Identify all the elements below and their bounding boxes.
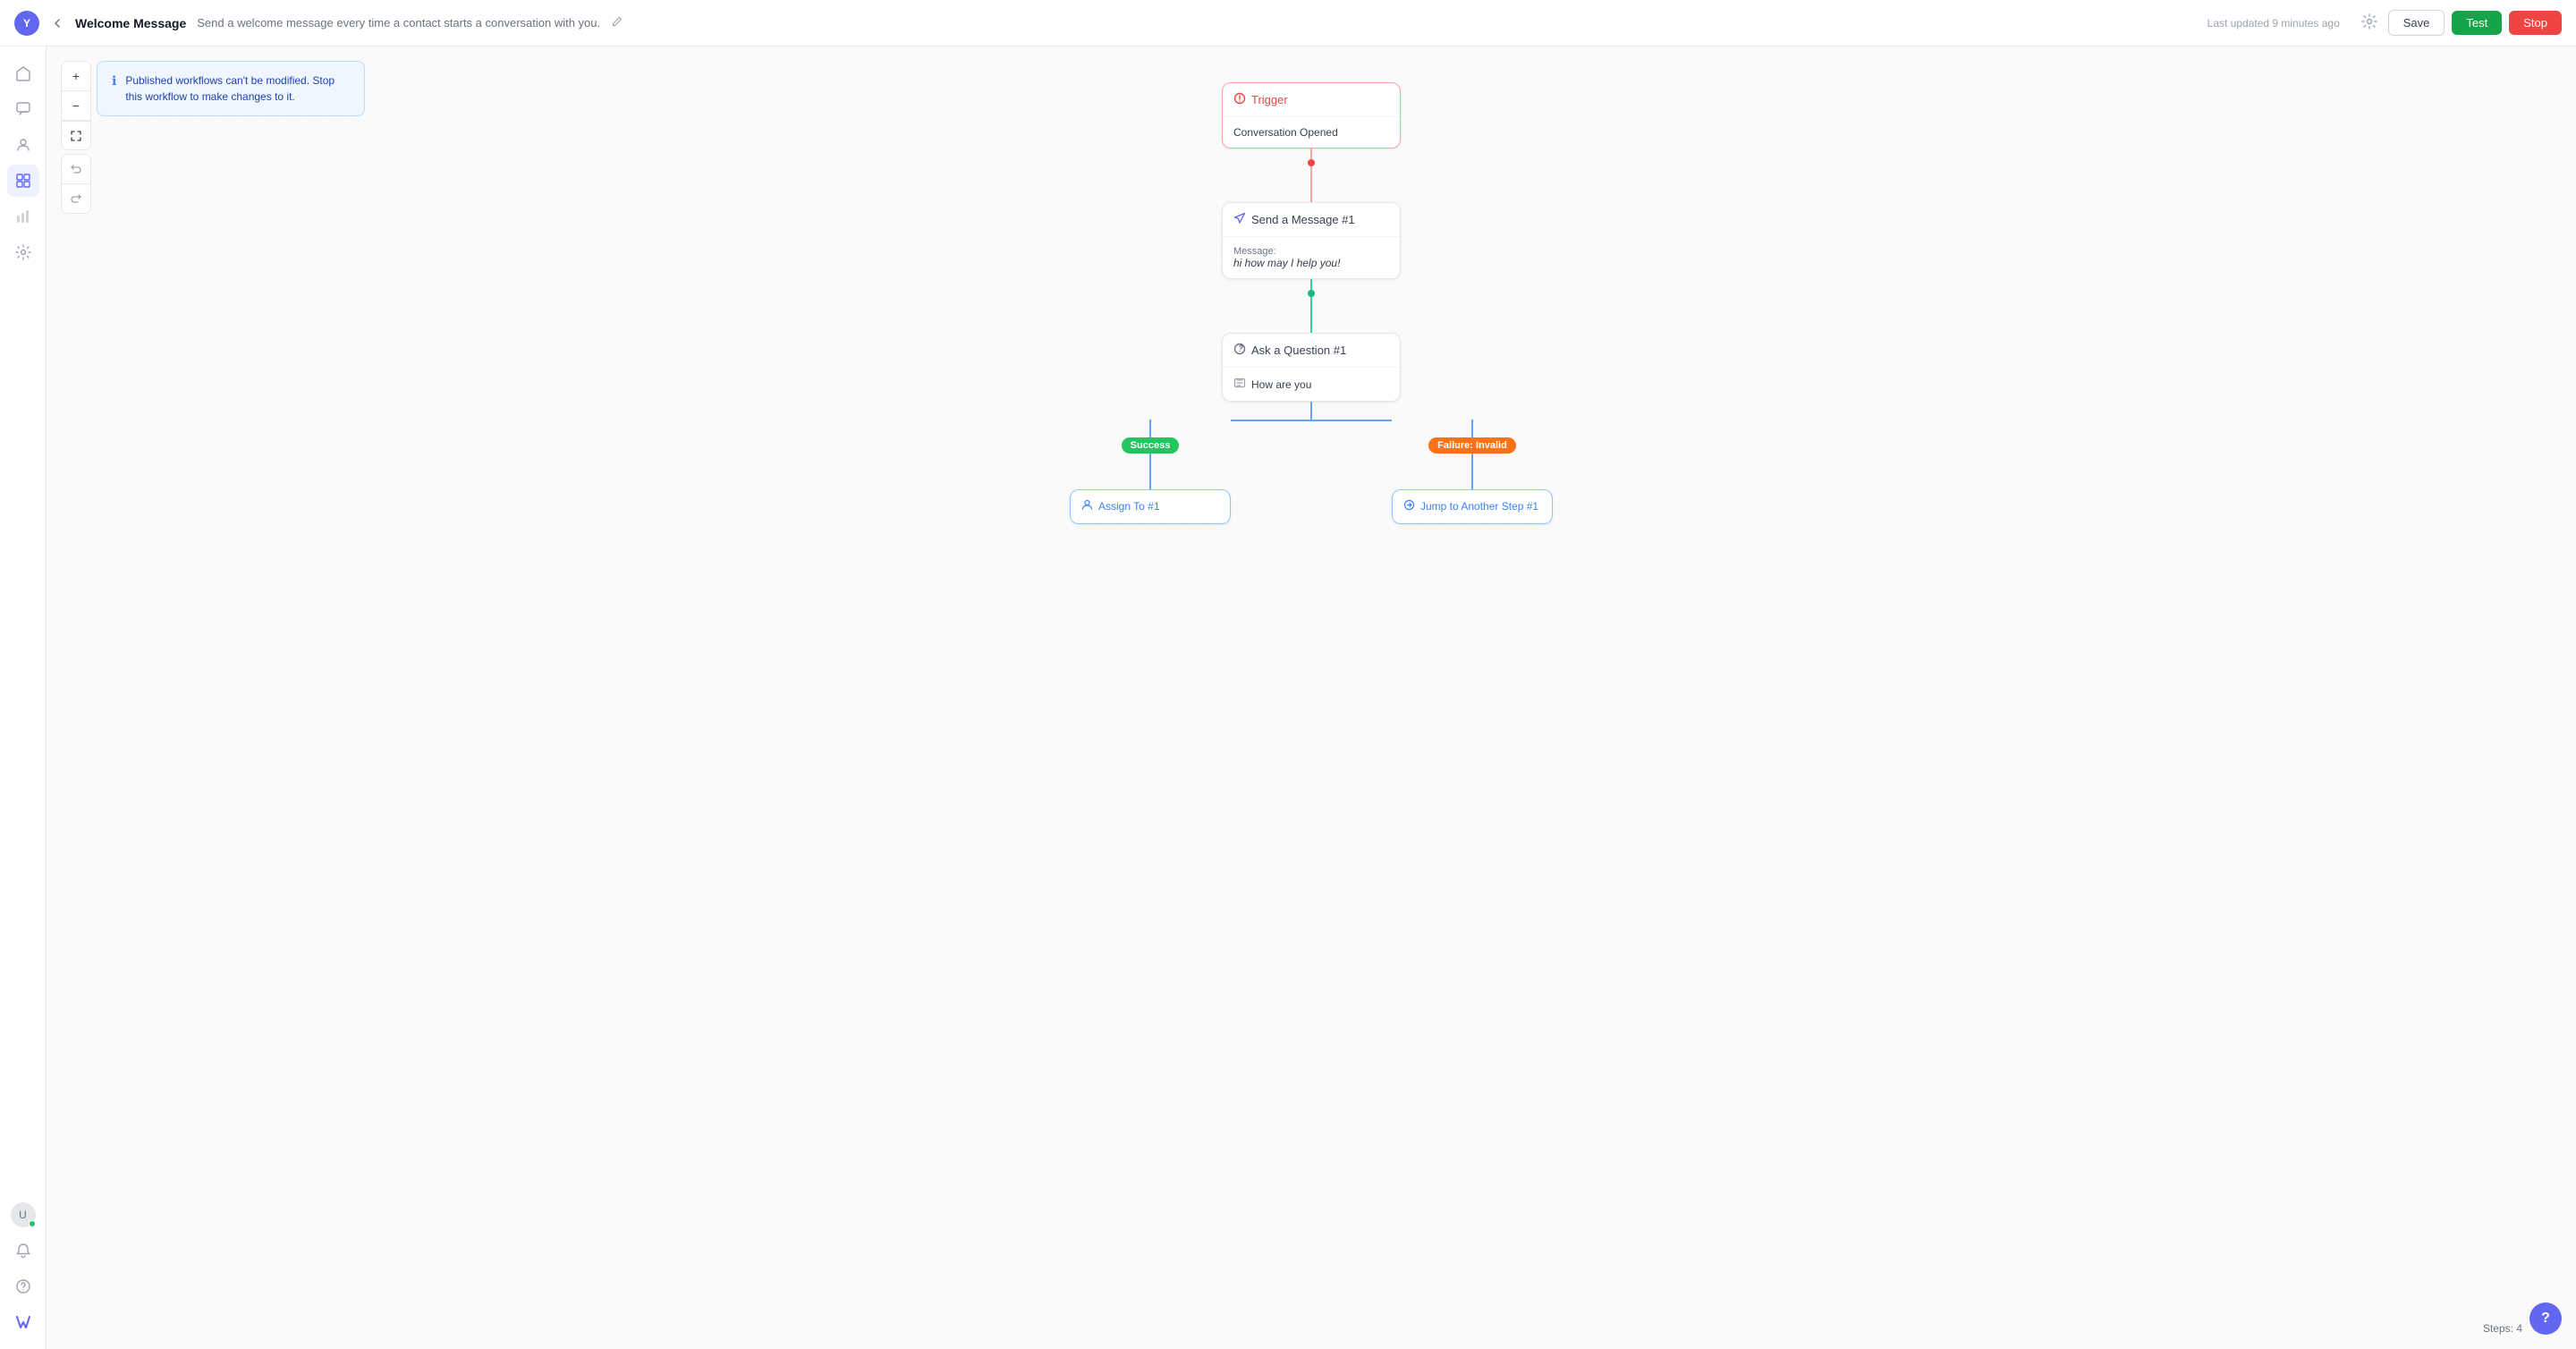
info-icon: ℹ	[112, 73, 116, 89]
sidebar-item-home[interactable]	[7, 57, 39, 89]
jump-icon	[1403, 499, 1415, 513]
branch-connector-top	[1310, 402, 1312, 420]
zoom-fit-button[interactable]	[62, 121, 90, 149]
trigger-body-text: Conversation Opened	[1233, 126, 1338, 139]
branch-row: Success Assign To #1	[1070, 420, 1553, 524]
right-line-2	[1471, 454, 1473, 489]
ask-question-label: Ask a Question #1	[1251, 344, 1346, 357]
ask-question-icon	[1233, 343, 1246, 358]
line-green-top	[1310, 279, 1312, 290]
ask-question-body: How are you	[1223, 368, 1400, 401]
stop-button[interactable]: Stop	[2509, 11, 2562, 35]
dot-green	[1308, 290, 1315, 297]
test-button[interactable]: Test	[2452, 11, 2502, 35]
sidebar-item-reports[interactable]	[7, 200, 39, 233]
jump-node[interactable]: Jump to Another Step #1	[1392, 489, 1553, 524]
zoom-in-button[interactable]: +	[62, 62, 90, 90]
sidebar-item-workflows[interactable]	[7, 165, 39, 197]
sidebar-item-logo	[7, 1306, 39, 1338]
ask-question-node[interactable]: Ask a Question #1 How are you	[1222, 333, 1401, 402]
ask-question-header: Ask a Question #1	[1223, 334, 1400, 368]
right-branch: Failure: Invalid Jump to Another Step #1	[1392, 420, 1553, 524]
jump-label: Jump to Another Step #1	[1420, 500, 1538, 513]
dot-red	[1308, 159, 1315, 166]
undo-button[interactable]	[62, 155, 90, 183]
left-line-1	[1149, 420, 1151, 437]
sidebar-item-notifications[interactable]	[7, 1234, 39, 1267]
trigger-node-header: Trigger	[1223, 83, 1400, 117]
steps-counter: Steps: 4	[2483, 1322, 2522, 1335]
sidebar-item-user-avatar[interactable]: U	[7, 1199, 39, 1231]
branch-line-top	[1310, 402, 1312, 420]
topbar: Y Welcome Message Send a welcome message…	[0, 0, 2576, 47]
undo-controls	[61, 154, 91, 214]
sidebar-item-contacts[interactable]	[7, 129, 39, 161]
message-content: hi how may I help you!	[1233, 257, 1389, 269]
trigger-icon	[1233, 92, 1246, 107]
canvas-wrapper[interactable]: + − ℹ Published workflows can't be modif…	[47, 47, 2576, 1349]
connector-trigger-send	[1308, 148, 1315, 202]
save-button[interactable]: Save	[2388, 10, 2445, 36]
left-line-2	[1149, 454, 1151, 489]
zoom-out-button[interactable]: −	[62, 91, 90, 120]
send-message-label: Send a Message #1	[1251, 213, 1355, 226]
assign-icon	[1081, 499, 1093, 513]
ask-question-row: How are you	[1233, 377, 1389, 392]
line-red-top	[1310, 148, 1312, 159]
list-icon	[1233, 377, 1246, 392]
h-connector	[1231, 420, 1392, 446]
connector-send-ask	[1308, 279, 1315, 333]
redo-button[interactable]	[62, 184, 90, 213]
trigger-node-body: Conversation Opened	[1223, 117, 1400, 148]
right-line-1	[1471, 420, 1473, 437]
send-message-body: Message: hi how may I help you!	[1223, 237, 1400, 278]
last-updated: Last updated 9 minutes ago	[2207, 17, 2340, 30]
line-green-bottom	[1310, 297, 1312, 333]
avatar: Y	[14, 11, 39, 36]
workflow-canvas[interactable]: Trigger Conversation Opened	[47, 47, 2576, 1349]
info-banner: ℹ Published workflows can't be modified.…	[97, 61, 365, 116]
workflow-title: Welcome Message	[75, 16, 186, 30]
edit-button[interactable]	[607, 12, 627, 34]
jump-header: Jump to Another Step #1	[1393, 490, 1552, 523]
assign-label: Assign To #1	[1098, 500, 1160, 513]
line-red-bottom	[1310, 166, 1312, 202]
sidebar: U	[0, 47, 47, 1349]
sidebar-item-help[interactable]	[7, 1270, 39, 1302]
info-text: Published workflows can't be modified. S…	[125, 72, 350, 105]
assign-node[interactable]: Assign To #1	[1070, 489, 1231, 524]
assign-header: Assign To #1	[1071, 490, 1230, 523]
back-button[interactable]	[47, 13, 68, 34]
send-message-node[interactable]: Send a Message #1 Message: hi how may I …	[1222, 202, 1401, 279]
message-label: Message:	[1233, 246, 1389, 257]
failure-badge: Failure: Invalid	[1428, 437, 1516, 454]
trigger-label: Trigger	[1251, 93, 1288, 106]
h-line-connector	[1231, 420, 1392, 446]
main-layout: U + −	[0, 47, 2576, 1349]
sidebar-item-settings[interactable]	[7, 236, 39, 268]
trigger-node[interactable]: Trigger Conversation Opened	[1222, 82, 1401, 148]
left-branch: Success Assign To #1	[1070, 420, 1231, 524]
workflow-diagram: Trigger Conversation Opened	[1070, 82, 1553, 524]
ask-question-text: How are you	[1251, 378, 1311, 391]
help-button[interactable]: ?	[2529, 1302, 2562, 1335]
send-message-header: Send a Message #1	[1223, 203, 1400, 237]
workflow-subtitle: Send a welcome message every time a cont…	[197, 16, 600, 30]
success-badge: Success	[1122, 437, 1180, 454]
settings-icon[interactable]	[2358, 10, 2381, 36]
sidebar-item-chat[interactable]	[7, 93, 39, 125]
send-message-icon	[1233, 212, 1246, 227]
zoom-controls: + −	[61, 61, 91, 150]
